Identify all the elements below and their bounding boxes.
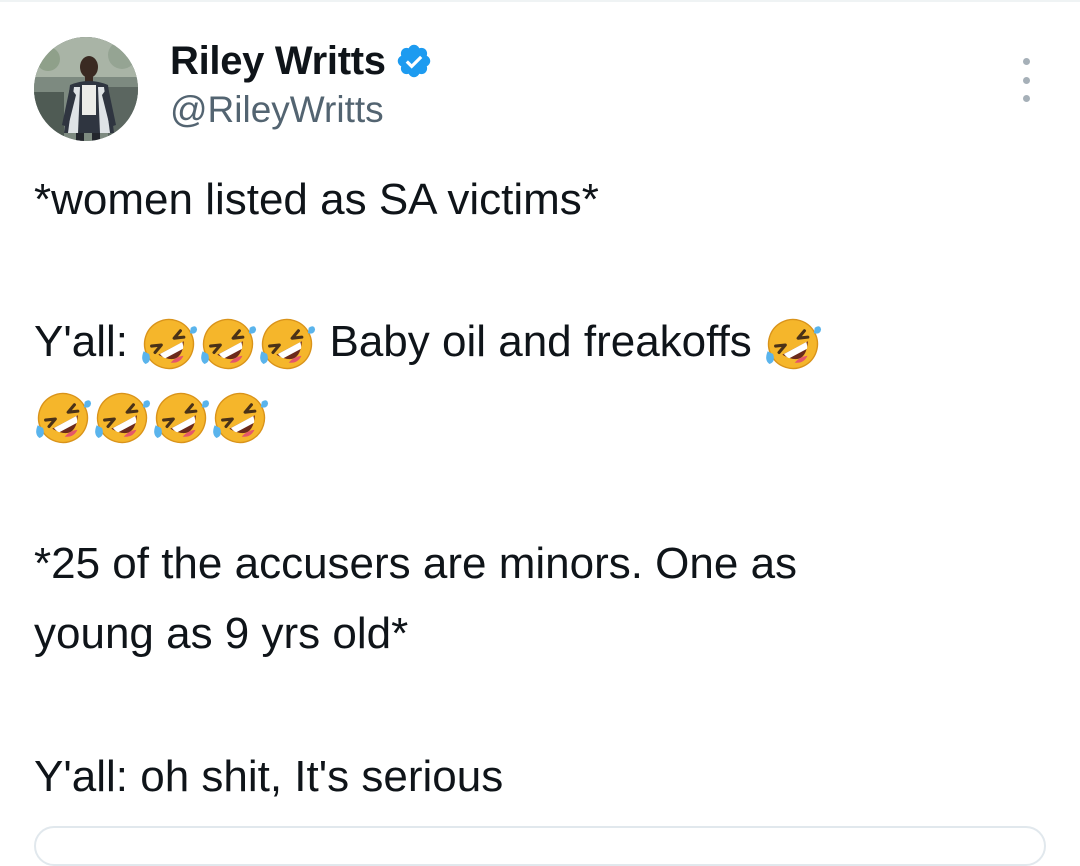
- avatar[interactable]: [34, 37, 138, 141]
- tweet-text-line-3: *25 of the accusers are minors. One as: [34, 539, 798, 588]
- emoji-group-c: [34, 389, 270, 447]
- rofl-emoji-icon: [199, 315, 257, 373]
- rofl-emoji-icon: [764, 315, 822, 373]
- tweet-text-line-4: young as 9 yrs old*: [34, 609, 409, 658]
- rofl-emoji-icon: [34, 389, 92, 447]
- dot: [1022, 76, 1030, 84]
- verified-badge-icon[interactable]: [395, 42, 433, 80]
- emoji-group-a: [140, 315, 317, 373]
- media-card[interactable]: [34, 826, 1046, 866]
- tweet: Riley Writts @RileyWritts *women listed …: [0, 0, 1080, 866]
- author-handle[interactable]: @RileyWritts: [170, 87, 384, 133]
- rofl-emoji-icon: [211, 389, 269, 447]
- rofl-emoji-icon: [258, 315, 316, 373]
- tweet-text-line-2: Y'all: Baby oil and freakoffs: [34, 313, 823, 373]
- rofl-emoji-icon: [140, 315, 198, 373]
- author-name-row: Riley Writts: [170, 36, 433, 86]
- dot: [1022, 95, 1030, 102]
- tweet-text-yall-prefix: Y'all:: [34, 317, 128, 366]
- dot: [1022, 58, 1030, 65]
- tweet-emoji-line: [34, 387, 270, 447]
- tweet-text-line-1: *women listed as SA victims*: [34, 175, 599, 224]
- rofl-emoji-icon: [93, 389, 151, 447]
- display-name[interactable]: Riley Writts: [170, 38, 386, 84]
- tweet-text-middle: Baby oil and freakoffs: [329, 317, 752, 366]
- tweet-text-line-5: Y'all: oh shit, It's serious: [34, 752, 504, 801]
- more-dots-icon[interactable]: [1008, 58, 1044, 102]
- rofl-emoji-icon: [152, 389, 210, 447]
- emoji-group-b: [764, 315, 823, 373]
